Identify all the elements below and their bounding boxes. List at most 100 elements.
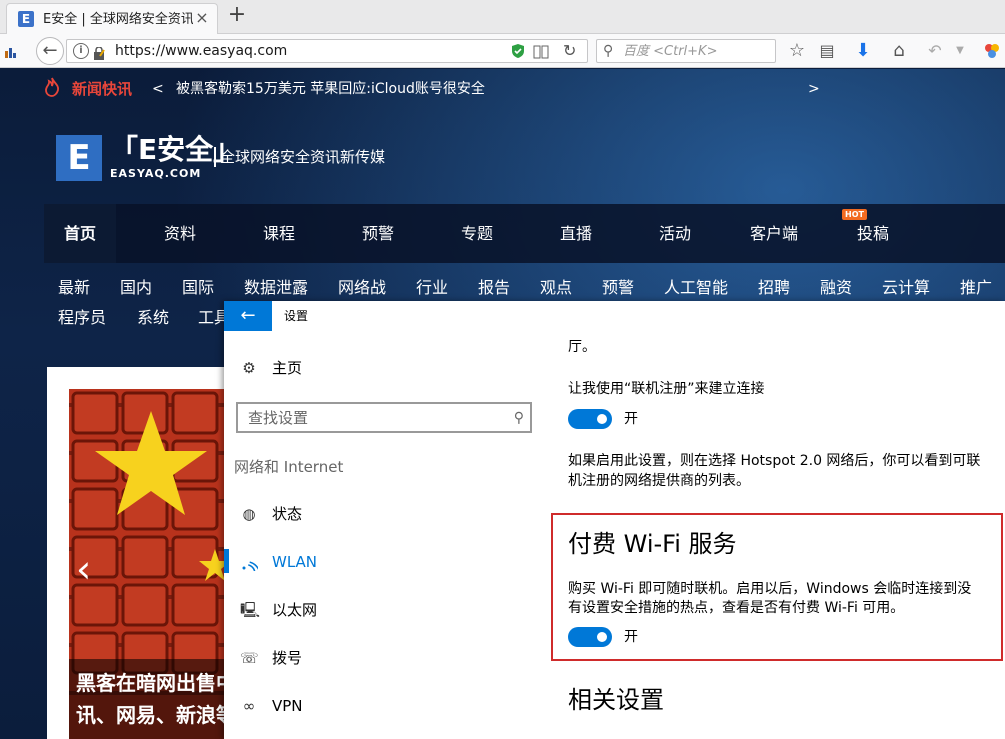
tab-title: E安全 | 全球网络安全资讯... (43, 12, 193, 27)
ticker-prev-button[interactable]: < (152, 79, 164, 99)
url-text[interactable]: https://www.easyaq.com (115, 43, 287, 60)
site-slogan: 全球网络安全资讯新传媒 (214, 147, 385, 167)
hotspot-toggle[interactable] (568, 409, 612, 429)
paid-wifi-toggle-state: 开 (624, 629, 638, 645)
dialup-icon: ☏ (240, 649, 259, 667)
subnav-item[interactable]: 数据泄露 (244, 277, 308, 299)
settings-category-label: 网络和 Internet (234, 458, 344, 476)
settings-title: 设置 (284, 309, 309, 323)
browser-tab[interactable]: E E安全 | 全球网络安全资讯... × (6, 3, 218, 34)
ticker-next-button[interactable]: > (808, 79, 820, 99)
bookmark-star-icon[interactable]: ☆ (786, 40, 808, 62)
url-bar[interactable]: i https://www.easyaq.com ↻ (66, 39, 588, 63)
ticker-headline[interactable]: 被黑客勒索15万美元 苹果回应:iCloud账号很安全 (176, 79, 485, 99)
logo-icon[interactable]: E (56, 135, 102, 181)
search-placeholder: 百度 <Ctrl+K> (623, 44, 718, 59)
wifi-icon (240, 553, 261, 573)
selected-indicator (224, 549, 229, 573)
sidebar-item-dialup[interactable]: ☏ 拨号 (240, 647, 520, 671)
subnav-item[interactable]: 报告 (478, 277, 510, 299)
settings-search-input[interactable]: 查找设置 ⚲ (236, 402, 532, 433)
reader-view-icon[interactable] (533, 44, 549, 59)
fire-icon (44, 77, 60, 97)
nav-item[interactable]: 活动 (627, 204, 723, 263)
favicon-icon: E (18, 11, 34, 27)
nav-item[interactable]: 资料 (132, 204, 228, 263)
new-tab-button[interactable]: + (226, 4, 248, 26)
nav-item-home[interactable]: 首页 (44, 204, 116, 263)
undo-icon[interactable]: ↶ (924, 40, 946, 62)
reload-icon[interactable]: ↻ (563, 41, 576, 61)
lock-icon[interactable] (93, 45, 105, 60)
sidebar-toggle-icon[interactable] (4, 44, 18, 58)
article-title[interactable]: 黑客在暗网出售中 (76, 669, 226, 697)
nav-item[interactable]: 课程 (231, 204, 327, 263)
sidebar-item-ethernet[interactable]: 🖳 以太网 (240, 599, 520, 623)
dropdown-icon[interactable]: ▼ (952, 40, 968, 62)
hotspot-toggle-state: 开 (624, 411, 638, 427)
settings-home-label: 主页 (272, 359, 303, 377)
paid-wifi-toggle[interactable] (568, 627, 612, 647)
hotspot-setting-label: 让我使用“联机注册”来建立连接 (568, 381, 765, 397)
settings-back-button[interactable]: ← (224, 301, 272, 331)
tab-bar: E E安全 | 全球网络安全资讯... × + (0, 0, 1005, 34)
info-icon[interactable]: i (73, 43, 89, 59)
ticker-label: 新闻快讯 (72, 80, 133, 98)
subnav-item[interactable]: 国际 (182, 277, 214, 299)
reading-list-icon[interactable]: ▤ (816, 40, 838, 62)
hotspot-description: 机注册的网络提供商的列表。 (568, 473, 750, 489)
logo-domain: EASYAQ.COM (110, 167, 202, 180)
sidebar-item-label: VPN (272, 697, 303, 715)
related-settings-heading: 相关设置 (568, 686, 664, 714)
sidebar-item-wlan[interactable]: WLAN (240, 551, 520, 575)
nav-item[interactable]: 专题 (429, 204, 525, 263)
subnav-item[interactable]: 系统 (137, 307, 169, 329)
slide-prev-button[interactable]: ‹ (76, 549, 100, 589)
sidebar-item-label: 拨号 (272, 649, 303, 667)
sidebar-item-label: 状态 (272, 505, 303, 523)
subnav-item[interactable]: 人工智能 (664, 277, 728, 299)
gear-icon: ⚙ (242, 359, 256, 377)
search-icon: ⚲ (603, 43, 614, 59)
paid-wifi-heading: 付费 Wi-Fi 服务 (568, 530, 737, 558)
hot-badge: HOT (842, 209, 867, 220)
subnav-item[interactable]: 招聘 (758, 277, 790, 299)
settings-window: ← 设置 ⚙ 主页 查找设置 ⚲ 网络和 Internet ◍ 状态 WLAN … (224, 301, 1005, 739)
subnav-item[interactable]: 最新 (58, 277, 90, 299)
subnav-item[interactable]: 网络战 (338, 277, 386, 299)
search-icon[interactable]: ⚲ (514, 409, 524, 428)
search-bar[interactable]: ⚲ 百度 <Ctrl+K> (596, 39, 776, 63)
sidebar-item-label: WLAN (272, 553, 318, 571)
download-icon[interactable]: ⬇ (852, 40, 874, 62)
tab-close-icon[interactable]: × (193, 9, 211, 27)
ethernet-icon: 🖳 (240, 601, 261, 619)
paid-wifi-description: 购买 Wi-Fi 即可随时联机。启用以后，Windows 会临时连接到没 (568, 581, 972, 597)
sidebar-item-status[interactable]: ◍ 状态 (240, 503, 520, 527)
article-title[interactable]: 讯、网易、新浪等 (76, 701, 226, 729)
subnav-item[interactable]: 预警 (602, 277, 634, 299)
subnav-item[interactable]: 程序员 (58, 307, 106, 329)
paid-wifi-description: 有设置安全措施的热点，查看是否有付费 Wi-Fi 可用。 (568, 600, 905, 616)
globe-icon: ◍ (242, 505, 256, 523)
subnav-item[interactable]: 推广 (960, 277, 992, 299)
toggle-knob (597, 632, 607, 642)
settings-search-placeholder: 查找设置 (248, 409, 309, 427)
home-icon[interactable]: ⌂ (888, 40, 910, 62)
toggle-knob (597, 414, 607, 424)
shield-icon[interactable] (511, 43, 525, 59)
sidebar-item-vpn[interactable]: ∞ VPN (240, 695, 520, 719)
back-button[interactable]: ← (36, 37, 64, 65)
nav-item[interactable]: 预警 (330, 204, 426, 263)
vpn-icon: ∞ (242, 697, 256, 715)
subnav-item[interactable]: 行业 (416, 277, 448, 299)
extension-icon[interactable] (984, 43, 1000, 59)
subnav-item[interactable]: 国内 (120, 277, 152, 299)
subnav-item[interactable]: 云计算 (882, 277, 930, 299)
subnav-item[interactable]: 观点 (540, 277, 572, 299)
nav-item[interactable]: 直播 (528, 204, 624, 263)
hotspot-description: 如果启用此设置，则在选择 Hotspot 2.0 网络后，你可以看到可联 (568, 453, 981, 469)
nav-item-submit[interactable]: 投稿 (825, 204, 921, 263)
nav-item[interactable]: 客户端 (726, 204, 822, 263)
partial-text: 厅。 (568, 339, 596, 355)
subnav-item[interactable]: 融资 (820, 277, 852, 299)
